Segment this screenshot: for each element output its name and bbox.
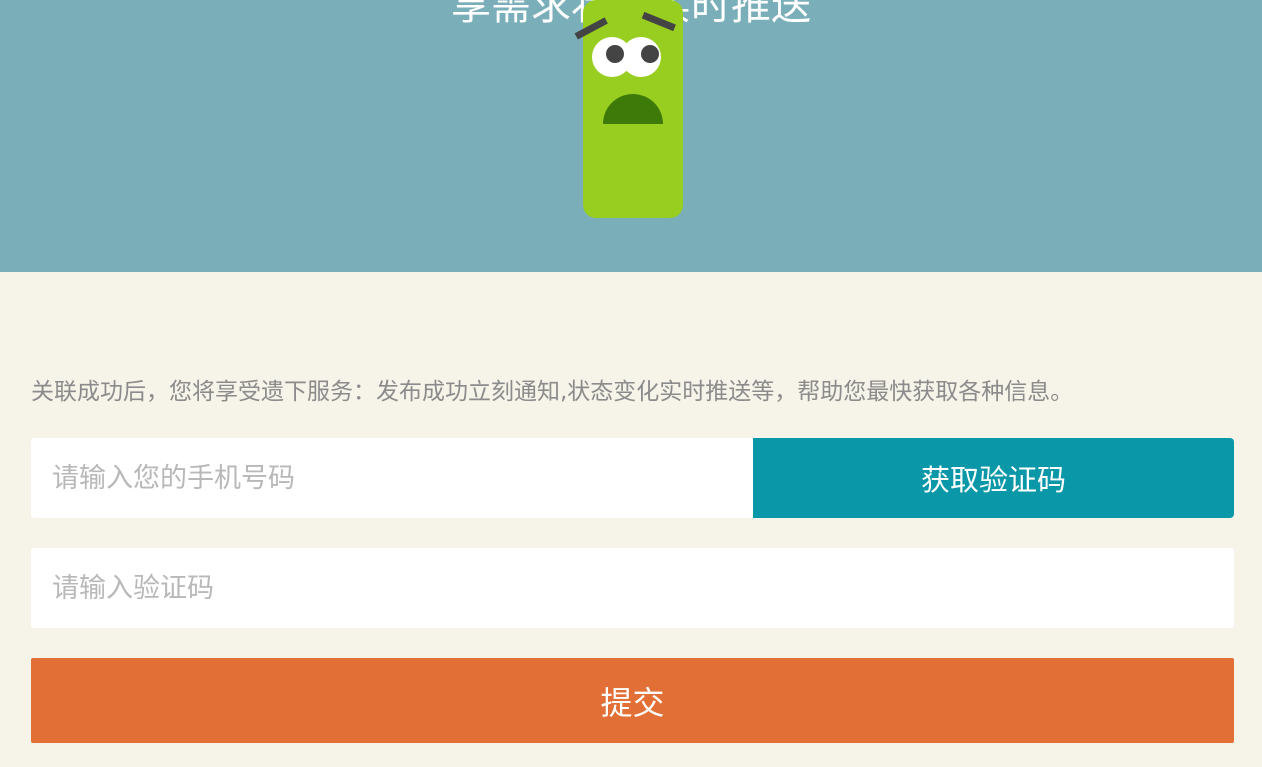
- verification-code-input[interactable]: [31, 548, 1234, 628]
- submit-button[interactable]: 提交: [31, 658, 1234, 743]
- hero-banner: 享需求状态实时推送: [0, 0, 1262, 272]
- phone-row: 获取验证码: [31, 438, 1234, 518]
- get-code-button[interactable]: 获取验证码: [753, 438, 1234, 518]
- phone-input[interactable]: [31, 438, 753, 518]
- green-monster-icon: [574, 0, 683, 218]
- service-description: 关联成功后，您将享受遗下服务：发布成功立刻通知,状态变化实时推送等，帮助您最快获…: [31, 379, 1074, 405]
